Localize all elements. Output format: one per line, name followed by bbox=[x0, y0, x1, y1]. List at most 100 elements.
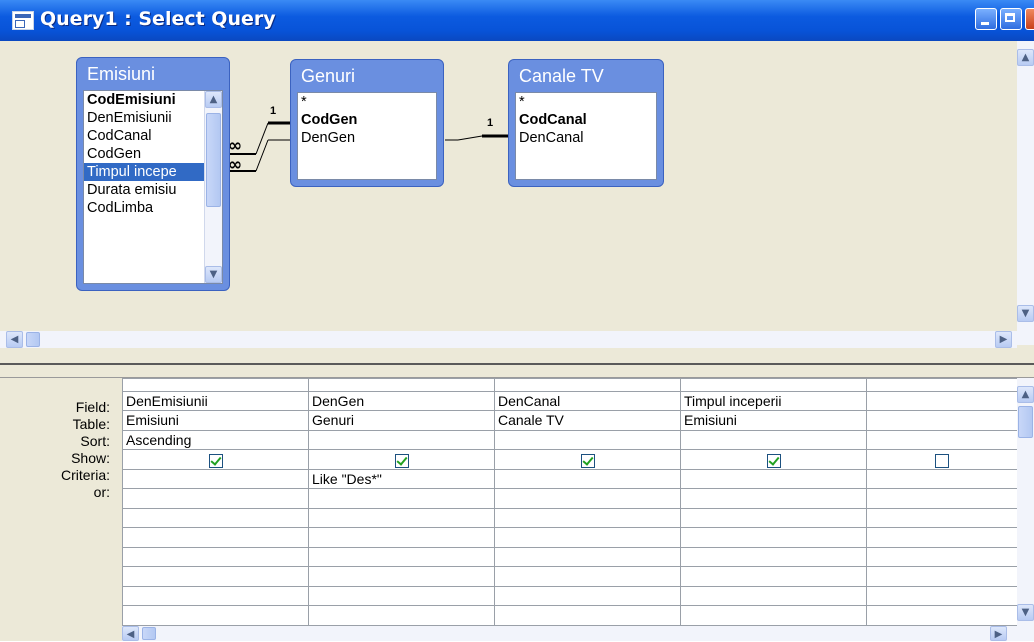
field-item[interactable]: Durata emisiu bbox=[84, 181, 222, 199]
query-window-icon[interactable] bbox=[12, 11, 34, 30]
field-item[interactable]: CodGen bbox=[298, 111, 436, 129]
field-item[interactable]: CodGen bbox=[84, 145, 222, 163]
empty-cell[interactable] bbox=[308, 527, 495, 548]
field-cell[interactable]: DenGen bbox=[308, 390, 495, 412]
scroll-thumb[interactable] bbox=[26, 332, 40, 347]
empty-cell[interactable] bbox=[494, 605, 681, 626]
table-cell[interactable]: Genuri bbox=[308, 410, 495, 431]
or-cell[interactable] bbox=[680, 488, 867, 509]
scroll-down-icon[interactable]: ▼ bbox=[1017, 305, 1034, 322]
scroll-up-icon[interactable]: ▲ bbox=[1017, 49, 1034, 66]
table-cell[interactable] bbox=[866, 410, 1018, 431]
column-selector[interactable] bbox=[866, 378, 1018, 392]
field-cell[interactable]: DenCanal bbox=[494, 390, 681, 412]
empty-cell[interactable] bbox=[866, 605, 1018, 626]
or-cell[interactable] bbox=[122, 488, 309, 509]
empty-cell[interactable] bbox=[680, 546, 867, 568]
field-cell[interactable]: DenEmisiunii bbox=[122, 390, 309, 412]
empty-cell[interactable] bbox=[122, 546, 309, 568]
empty-cell[interactable] bbox=[680, 585, 867, 607]
table-cell[interactable]: Emisiuni bbox=[122, 410, 309, 431]
table-cell[interactable]: Emisiuni bbox=[680, 410, 867, 431]
criteria-cell[interactable]: Like "Des*" bbox=[308, 468, 495, 490]
empty-cell[interactable] bbox=[122, 507, 309, 529]
minimize-button[interactable] bbox=[975, 8, 997, 30]
empty-cell[interactable] bbox=[122, 527, 309, 548]
empty-cell[interactable] bbox=[122, 585, 309, 607]
empty-cell[interactable] bbox=[866, 546, 1018, 568]
table-pane-vertical-scrollbar[interactable]: ▲ ▼ bbox=[1017, 41, 1034, 345]
scroll-thumb[interactable] bbox=[1018, 406, 1033, 438]
empty-cell[interactable] bbox=[680, 527, 867, 548]
empty-cell[interactable] bbox=[122, 566, 309, 587]
table-cell[interactable]: Canale TV bbox=[494, 410, 681, 431]
field-cell[interactable] bbox=[866, 390, 1018, 412]
sort-cell[interactable] bbox=[680, 429, 867, 451]
empty-cell[interactable] bbox=[680, 566, 867, 587]
table-emisiuni[interactable]: Emisiuni CodEmisiuni DenEmisiunii CodCan… bbox=[76, 57, 230, 291]
empty-cell[interactable] bbox=[494, 566, 681, 587]
field-item[interactable]: * bbox=[516, 93, 656, 111]
field-item[interactable]: * bbox=[298, 93, 436, 111]
grid-horizontal-scrollbar[interactable]: ◀ ▶ bbox=[122, 626, 1034, 641]
column-selector[interactable] bbox=[680, 378, 867, 392]
show-checkbox[interactable] bbox=[580, 453, 595, 468]
field-item[interactable]: CodCanal bbox=[84, 127, 222, 145]
criteria-cell[interactable] bbox=[122, 468, 309, 490]
scroll-left-icon[interactable]: ◀ bbox=[6, 331, 23, 348]
column-selector[interactable] bbox=[308, 378, 495, 392]
empty-cell[interactable] bbox=[866, 527, 1018, 548]
show-checkbox[interactable] bbox=[394, 453, 409, 468]
scroll-down-icon[interactable]: ▼ bbox=[205, 266, 222, 283]
empty-cell[interactable] bbox=[494, 527, 681, 548]
table-canale-tv[interactable]: Canale TV * CodCanal DenCanal bbox=[508, 59, 664, 187]
field-item[interactable]: DenGen bbox=[298, 129, 436, 147]
show-checkbox[interactable] bbox=[208, 453, 223, 468]
pane-splitter[interactable] bbox=[0, 363, 1034, 378]
empty-cell[interactable] bbox=[866, 507, 1018, 529]
or-cell[interactable] bbox=[494, 488, 681, 509]
empty-cell[interactable] bbox=[866, 585, 1018, 607]
empty-cell[interactable] bbox=[494, 507, 681, 529]
column-selector[interactable] bbox=[122, 378, 309, 392]
scroll-right-icon[interactable]: ▶ bbox=[990, 626, 1007, 641]
sort-cell[interactable] bbox=[866, 429, 1018, 451]
sort-cell[interactable] bbox=[494, 429, 681, 451]
scroll-left-icon[interactable]: ◀ bbox=[122, 626, 139, 641]
empty-cell[interactable] bbox=[308, 566, 495, 587]
field-cell[interactable]: Timpul inceperii bbox=[680, 390, 867, 412]
table-genuri[interactable]: Genuri * CodGen DenGen bbox=[290, 59, 444, 187]
field-item[interactable]: CodEmisiuni bbox=[84, 91, 222, 109]
sort-cell[interactable]: Ascending bbox=[122, 429, 309, 451]
empty-cell[interactable] bbox=[680, 605, 867, 626]
criteria-cell[interactable] bbox=[866, 468, 1018, 490]
field-item-selected[interactable]: Timpul incepe bbox=[84, 163, 222, 181]
column-selector[interactable] bbox=[494, 378, 681, 392]
empty-cell[interactable] bbox=[122, 605, 309, 626]
grid-vertical-scrollbar[interactable]: ▲ ▼ bbox=[1017, 378, 1034, 626]
empty-cell[interactable] bbox=[494, 585, 681, 607]
field-item[interactable]: CodCanal bbox=[516, 111, 656, 129]
empty-cell[interactable] bbox=[494, 546, 681, 568]
show-checkbox[interactable] bbox=[766, 453, 781, 468]
maximize-button[interactable] bbox=[1000, 8, 1022, 30]
close-button[interactable] bbox=[1025, 8, 1034, 30]
empty-cell[interactable] bbox=[308, 585, 495, 607]
empty-cell[interactable] bbox=[866, 566, 1018, 587]
empty-cell[interactable] bbox=[308, 605, 495, 626]
or-cell[interactable] bbox=[866, 488, 1018, 509]
table-pane-horizontal-scrollbar[interactable]: ◀ ▶ bbox=[0, 331, 1017, 348]
show-checkbox[interactable] bbox=[935, 453, 949, 468]
empty-cell[interactable] bbox=[680, 507, 867, 529]
empty-cell[interactable] bbox=[308, 546, 495, 568]
scroll-thumb[interactable] bbox=[206, 113, 221, 207]
field-list-scrollbar[interactable]: ▲ ▼ bbox=[204, 91, 222, 283]
scroll-thumb[interactable] bbox=[142, 627, 156, 640]
or-cell[interactable] bbox=[308, 488, 495, 509]
scroll-right-icon[interactable]: ▶ bbox=[995, 331, 1012, 348]
sort-cell[interactable] bbox=[308, 429, 495, 451]
criteria-cell[interactable] bbox=[680, 468, 867, 490]
scroll-up-icon[interactable]: ▲ bbox=[205, 91, 222, 108]
empty-cell[interactable] bbox=[308, 507, 495, 529]
criteria-cell[interactable] bbox=[494, 468, 681, 490]
